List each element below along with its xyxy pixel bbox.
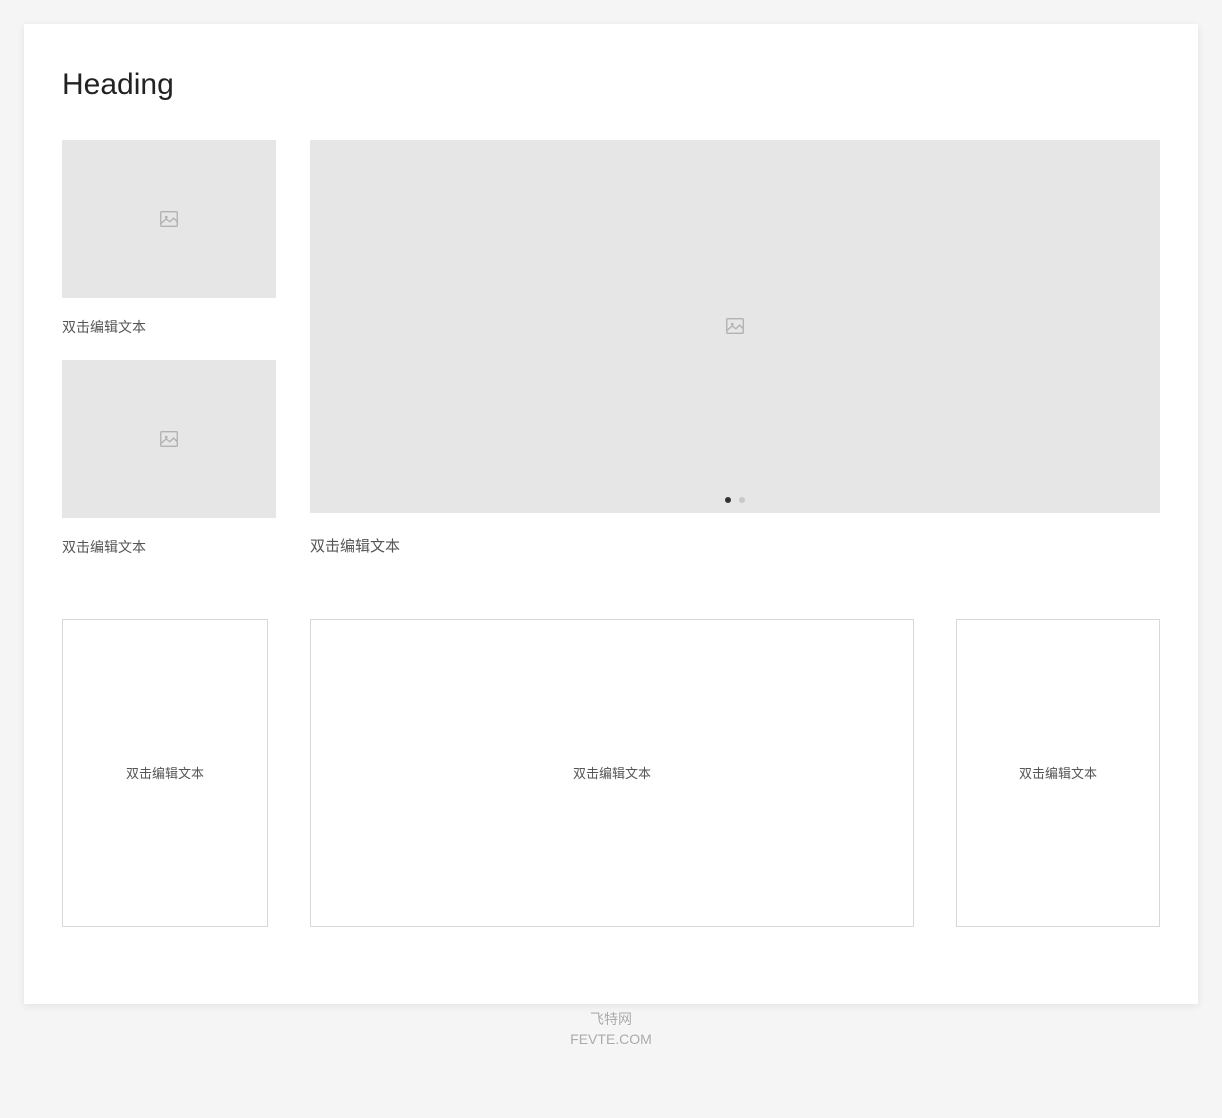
design-canvas: Heading 双击编辑文本 双击编辑文本 — [24, 24, 1198, 1004]
image-icon — [158, 428, 180, 450]
image-text-item[interactable]: 双击编辑文本 — [62, 140, 276, 338]
carousel-dot[interactable] — [725, 497, 731, 503]
top-row: 双击编辑文本 双击编辑文本 双击 — [62, 140, 1160, 559]
page-heading[interactable]: Heading — [62, 68, 1160, 102]
left-column: 双击编辑文本 双击编辑文本 — [62, 140, 276, 559]
text-box-content: 双击编辑文本 — [1019, 763, 1097, 782]
image-caption[interactable]: 双击编辑文本 — [62, 536, 276, 558]
text-box-content: 双击编辑文本 — [573, 763, 651, 782]
carousel-dot[interactable] — [739, 497, 745, 503]
image-icon — [724, 315, 746, 337]
text-box[interactable]: 双击编辑文本 — [956, 619, 1160, 927]
bottom-row: 双击编辑文本 双击编辑文本 双击编辑文本 — [62, 619, 1160, 927]
carousel-dots — [310, 497, 1160, 503]
carousel-caption[interactable]: 双击编辑文本 — [310, 535, 1160, 559]
image-caption[interactable]: 双击编辑文本 — [62, 316, 276, 338]
image-placeholder[interactable] — [62, 360, 276, 518]
text-box[interactable]: 双击编辑文本 — [62, 619, 268, 927]
watermark-line1: 飞特网 — [570, 1010, 652, 1030]
text-box[interactable]: 双击编辑文本 — [310, 619, 914, 927]
text-box-content: 双击编辑文本 — [126, 763, 204, 782]
image-icon — [158, 208, 180, 230]
image-text-item[interactable]: 双击编辑文本 — [62, 360, 276, 558]
right-column: 双击编辑文本 — [310, 140, 1160, 559]
carousel-placeholder[interactable] — [310, 140, 1160, 513]
watermark: 飞特网 FEVTE.COM — [570, 1010, 652, 1049]
watermark-line2: FEVTE.COM — [570, 1030, 652, 1050]
image-placeholder[interactable] — [62, 140, 276, 298]
